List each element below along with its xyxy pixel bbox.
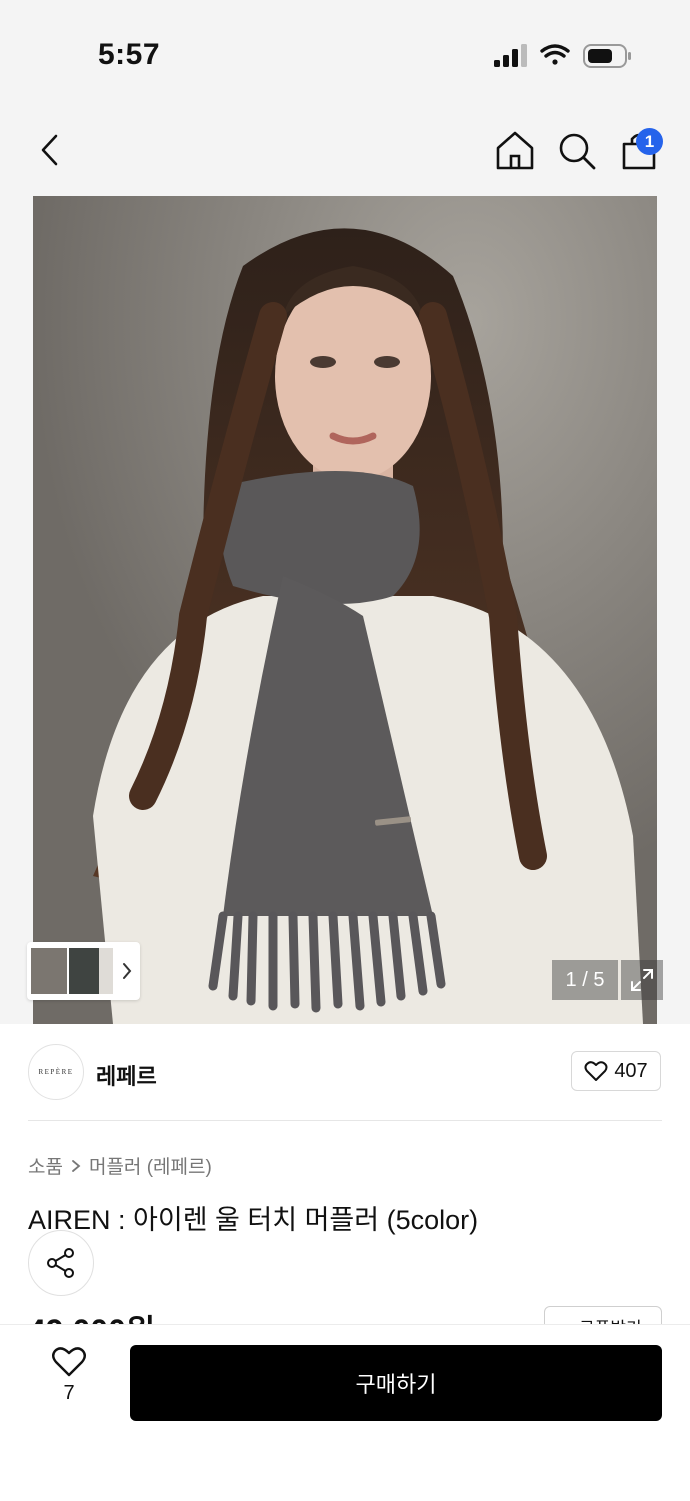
thumbnail-images <box>31 948 132 994</box>
chevron-left-icon <box>41 134 58 166</box>
brand-like-button[interactable]: 407 <box>571 1051 661 1091</box>
heart-icon <box>584 1061 608 1081</box>
product-image[interactable] <box>33 196 657 1024</box>
home-icon <box>496 131 534 170</box>
product-photo <box>33 196 657 1024</box>
wishlist-count: 7 <box>63 1382 75 1404</box>
wifi-icon <box>540 44 570 65</box>
wishlist-button[interactable]: 7 <box>40 1346 98 1416</box>
signal-icon <box>494 44 527 67</box>
image-counter: 1 / 5 <box>552 960 618 1000</box>
battery-icon <box>583 44 631 68</box>
brand-like-count: 407 <box>614 1059 648 1082</box>
cart-badge: 1 <box>636 128 663 155</box>
search-icon <box>559 133 596 170</box>
divider <box>28 1120 662 1121</box>
expand-button[interactable] <box>621 960 663 1000</box>
chevron-right-icon <box>123 963 132 979</box>
breadcrumb: 소품 머플러 (레페르) <box>28 1152 212 1179</box>
product-price: 49,000원 <box>28 1306 155 1324</box>
breadcrumb-subcategory[interactable]: 머플러 (레페르) <box>89 1152 212 1179</box>
status-icons <box>494 44 631 68</box>
share-button[interactable] <box>28 1230 94 1296</box>
share-icon <box>47 1248 74 1278</box>
home-button[interactable] <box>492 128 538 174</box>
expand-icon <box>631 969 653 991</box>
back-button[interactable] <box>28 128 72 172</box>
heart-icon <box>52 1347 86 1377</box>
thumbnail-strip[interactable] <box>27 942 140 1000</box>
product-title: AIREN : 아이렌 울 터치 머플러 (5color) <box>28 1205 479 1235</box>
buy-button[interactable]: 구매하기 <box>130 1345 662 1421</box>
chevron-right-icon <box>72 1159 81 1172</box>
coupon-area: + 쿠폰받기 <box>544 1300 662 1324</box>
price-area: 49,000원 <box>28 1300 328 1324</box>
breadcrumb-category[interactable]: 소품 <box>28 1152 63 1179</box>
brand-logo[interactable]: REPÈRE <box>28 1044 84 1100</box>
brand-name[interactable]: 레페르 <box>96 1059 157 1091</box>
status-time: 5:57 <box>98 38 161 71</box>
coupon-button[interactable]: + 쿠폰받기 <box>544 1306 662 1324</box>
search-button[interactable] <box>554 128 600 174</box>
